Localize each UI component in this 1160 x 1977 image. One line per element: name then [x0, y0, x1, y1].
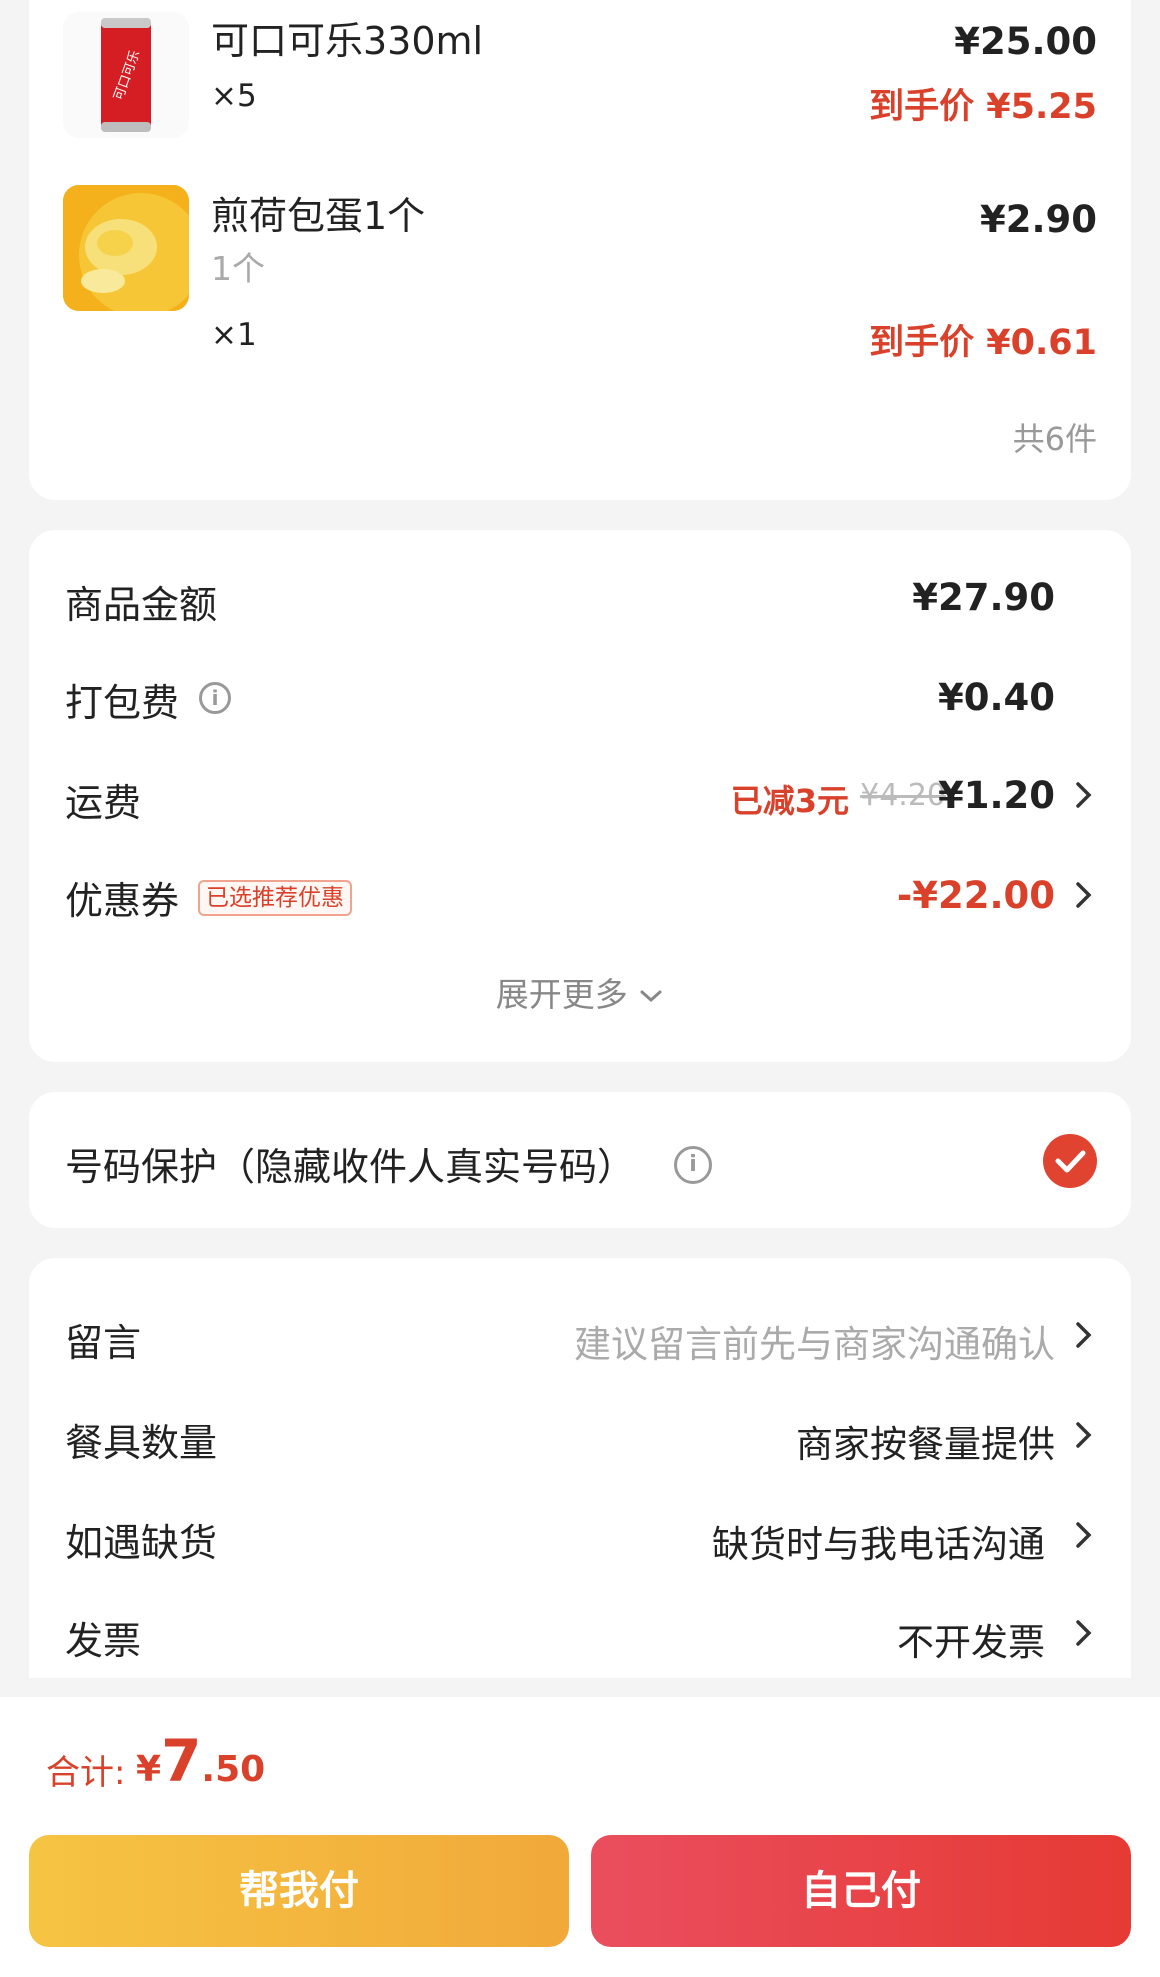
utensils-label: 餐具数量	[65, 1421, 218, 1465]
goods-amount-label: 商品金额	[65, 583, 218, 627]
delivery-original-price: ¥4.20	[860, 778, 946, 813]
stockout-value[interactable]: 缺货时与我电话沟通	[712, 1514, 1045, 1568]
privacy-card: 号码保护（隐藏收件人真实号码） i	[29, 1092, 1131, 1228]
item-quantity: ×1	[211, 317, 257, 353]
goods-amount-value: ¥27.90	[912, 576, 1055, 619]
item-name: 煎荷包蛋1个	[211, 194, 426, 238]
total-label: 合计:	[46, 1753, 126, 1793]
chevron-right-icon[interactable]	[1073, 1616, 1095, 1650]
chevron-right-icon[interactable]	[1073, 1518, 1095, 1552]
expand-more-button[interactable]: 展开更多	[29, 968, 1131, 1016]
coupon-value[interactable]: -¥22.00	[897, 874, 1055, 917]
item-quantity: ×5	[211, 78, 257, 114]
note-label: 留言	[65, 1321, 142, 1365]
invoice-value[interactable]: 不开发票	[897, 1612, 1045, 1666]
total-amount: ¥7.50	[136, 1727, 265, 1795]
packing-fee-value: ¥0.40	[937, 676, 1055, 719]
item-spec: 1个	[211, 249, 265, 288]
coupon-label: 优惠券	[65, 879, 180, 923]
total-integer: 7	[161, 1727, 202, 1795]
total-decimal: .50	[201, 1749, 266, 1790]
info-icon[interactable]: i	[674, 1146, 712, 1184]
help-pay-button[interactable]: 帮我付	[29, 1835, 569, 1947]
item-count: 共6件	[1012, 420, 1097, 458]
expand-more-label: 展开更多	[495, 975, 628, 1014]
delivery-fee-label: 运费	[65, 781, 142, 825]
invoice-label: 发票	[65, 1619, 142, 1663]
stockout-label: 如遇缺货	[65, 1521, 218, 1565]
fried-egg-thumbnail[interactable]	[63, 185, 189, 311]
order-items-card: 可口可乐 可口可乐330ml ×5 ¥25.00 到手价 ¥5.25 煎荷包蛋1…	[29, 0, 1131, 500]
item-final-price: 到手价 ¥0.61	[869, 323, 1097, 363]
privacy-checkbox[interactable]	[1043, 1134, 1097, 1188]
delivery-discount: 已减3元	[730, 782, 849, 820]
chevron-right-icon[interactable]	[1073, 1418, 1095, 1452]
info-icon[interactable]: i	[199, 682, 231, 714]
fee-summary-card: 商品金额 ¥27.90 打包费 i ¥0.40 运费 已减3元 ¥4.20 ¥1…	[29, 530, 1131, 1062]
chevron-right-icon[interactable]	[1073, 778, 1095, 812]
item-price: ¥2.90	[979, 198, 1097, 241]
order-options-card: 留言 建议留言前先与商家沟通确认 餐具数量 商家按餐量提供 如遇缺货 缺货时与我…	[29, 1258, 1131, 1678]
item-final-price: 到手价 ¥5.25	[869, 87, 1097, 127]
currency-symbol: ¥	[136, 1749, 162, 1790]
item-name: 可口可乐330ml	[211, 19, 484, 63]
packing-fee-label: 打包费	[65, 681, 180, 725]
self-pay-button[interactable]: 自己付	[591, 1835, 1131, 1947]
utensils-value[interactable]: 商家按餐量提供	[796, 1414, 1055, 1468]
note-field[interactable]: 建议留言前先与商家沟通确认	[574, 1314, 1055, 1368]
check-icon	[1055, 1150, 1086, 1173]
coca-cola-thumbnail[interactable]: 可口可乐	[63, 12, 189, 138]
checkout-bar: 合计: ¥7.50 帮我付 自己付	[0, 1697, 1160, 1977]
delivery-fee-value[interactable]: ¥1.20	[938, 774, 1055, 817]
chevron-down-icon	[640, 990, 662, 1003]
privacy-label: 号码保护（隐藏收件人真实号码）	[65, 1145, 636, 1189]
chevron-right-icon[interactable]	[1073, 878, 1095, 912]
chevron-right-icon[interactable]	[1073, 1318, 1095, 1352]
coupon-tag: 已选推荐优惠	[198, 880, 352, 916]
item-price: ¥25.00	[954, 20, 1097, 63]
